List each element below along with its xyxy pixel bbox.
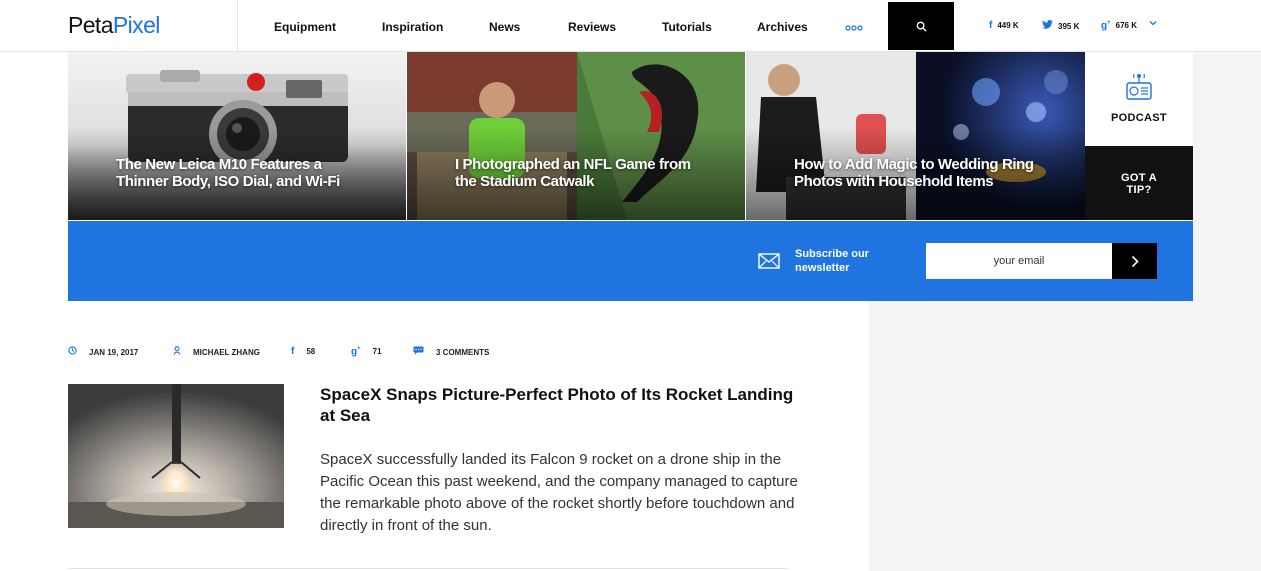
logo-divider: [237, 0, 238, 52]
got-a-tip-label: GOT A TIP?: [1121, 172, 1157, 196]
clock-icon: [68, 346, 77, 358]
more-menu-icon[interactable]: [845, 18, 863, 34]
email-input[interactable]: [926, 243, 1112, 279]
twitter-followers[interactable]: 395 K: [1042, 20, 1079, 32]
nav-equipment[interactable]: Equipment: [274, 20, 336, 34]
right-gutter: [1193, 52, 1261, 301]
nav-news[interactable]: News: [489, 20, 520, 34]
facebook-icon: f: [291, 346, 295, 357]
subscribe-submit-button[interactable]: [1112, 243, 1157, 279]
twitter-icon: [1042, 20, 1053, 32]
article-comments-text: 3 COMMENTS: [436, 347, 490, 357]
article-googleplus-count: 71: [372, 347, 382, 357]
featured-article-wedding[interactable]: How to Add Magic to Wedding Ring Photos …: [746, 52, 1085, 220]
search-icon: [916, 21, 927, 32]
chevron-down-icon[interactable]: [1149, 18, 1157, 29]
facebook-icon: f: [989, 20, 993, 31]
featured-title-2[interactable]: I Photographed an NFL Game from the Stad…: [455, 156, 715, 190]
logo-part-2: Pixel: [112, 12, 160, 38]
facebook-followers[interactable]: f 449 K: [989, 20, 1019, 31]
leica-camera-image: [68, 52, 406, 220]
podcast-button[interactable]: PODCAST: [1085, 52, 1193, 146]
newsletter-bar: Subscribe our newsletter: [68, 221, 1193, 301]
podcast-label: PODCAST: [1111, 112, 1167, 124]
chevron-right-icon: [1131, 255, 1139, 267]
search-button[interactable]: [888, 2, 954, 50]
nav-tutorials[interactable]: Tutorials: [662, 20, 712, 34]
got-a-tip-button[interactable]: GOT A TIP?: [1085, 146, 1193, 220]
article-facebook-count: 58: [306, 347, 316, 356]
sidebar: [869, 301, 1261, 571]
twitter-count: 395 K: [1058, 21, 1080, 31]
googleplus-icon: g+: [1101, 20, 1111, 32]
newsletter-text: Subscribe our newsletter: [795, 248, 869, 274]
article-comments[interactable]: 3 COMMENTS: [413, 346, 489, 358]
featured-article-leica[interactable]: The New Leica M10 Features a Thinner Bod…: [68, 52, 407, 220]
article-divider: [68, 568, 788, 569]
podcast-radio-icon: [1126, 73, 1152, 100]
wedding-ring-image: [746, 52, 1085, 220]
site-header: PetaPixel Equipment Inspiration News Rev…: [0, 0, 1261, 52]
article-googleplus-shares[interactable]: g+ 71: [351, 346, 382, 357]
rocket-landing-image: [68, 384, 284, 528]
article-excerpt: SpaceX successfully landed its Falcon 9 …: [320, 451, 798, 534]
nfl-stadium-image: [407, 52, 745, 220]
site-logo[interactable]: PetaPixel: [68, 12, 160, 39]
nav-reviews[interactable]: Reviews: [568, 20, 616, 34]
user-icon: [173, 346, 181, 358]
facebook-count: 449 K: [997, 21, 1019, 30]
featured-title-3[interactable]: How to Add Magic to Wedding Ring Photos …: [794, 156, 1054, 190]
logo-part-1: Peta: [68, 12, 114, 38]
googleplus-icon: g+: [351, 346, 361, 358]
featured-title-1[interactable]: The New Leica M10 Features a Thinner Bod…: [116, 156, 376, 190]
comment-icon: [413, 346, 424, 358]
article-facebook-shares[interactable]: f 58: [291, 346, 315, 357]
article-thumbnail[interactable]: [68, 384, 284, 528]
nav-archives[interactable]: Archives: [757, 20, 808, 34]
featured-strip: The New Leica M10 Features a Thinner Bod…: [68, 52, 1085, 220]
mail-icon: [758, 253, 780, 274]
article-date-text: JAN 19, 2017: [89, 347, 139, 357]
nav-inspiration[interactable]: Inspiration: [382, 20, 443, 34]
featured-article-nfl[interactable]: I Photographed an NFL Game from the Stad…: [407, 52, 746, 220]
article-author-text: MICHAEL ZHANG: [193, 347, 260, 357]
article-title[interactable]: SpaceX Snaps Picture-Perfect Photo of It…: [320, 384, 800, 426]
article-date: JAN 19, 2017: [68, 346, 138, 358]
article-author[interactable]: MICHAEL ZHANG: [173, 346, 260, 358]
googleplus-followers[interactable]: g+ 676 K: [1101, 20, 1137, 31]
googleplus-count: 676 K: [1115, 21, 1137, 31]
